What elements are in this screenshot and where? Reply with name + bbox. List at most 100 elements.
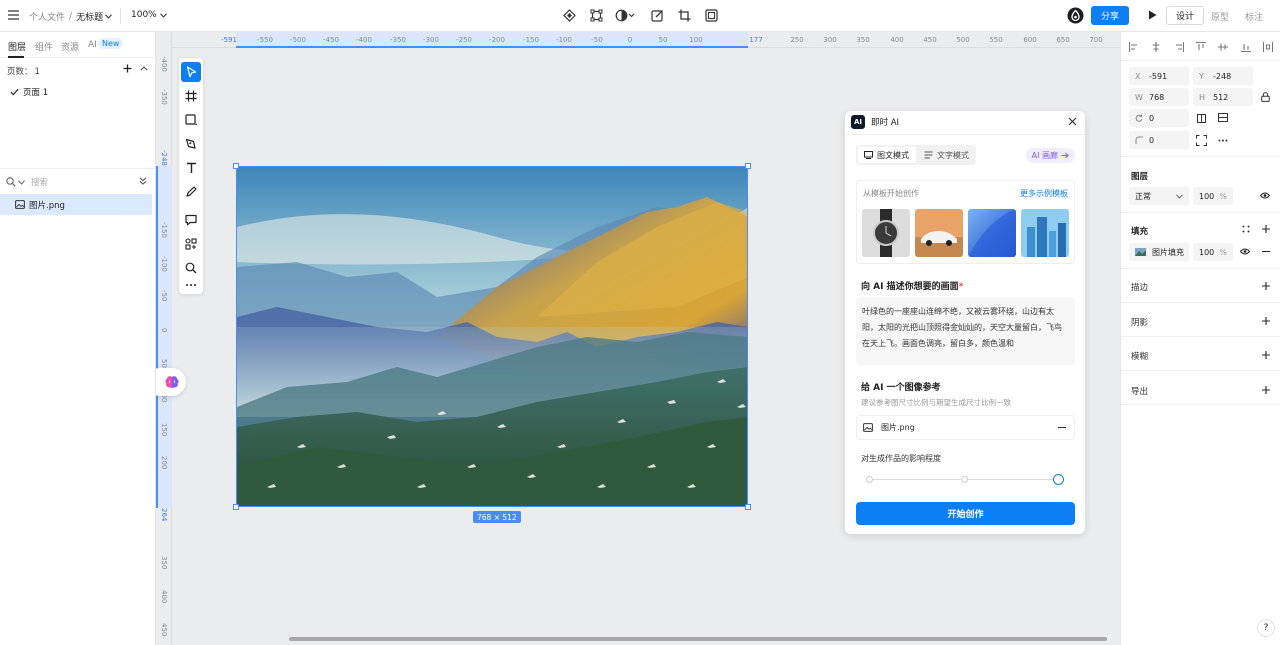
frame-transform-icon[interactable] xyxy=(590,9,603,22)
layer-opacity-field[interactable]: 100 % xyxy=(1193,187,1233,205)
add-shadow-icon[interactable] xyxy=(1262,317,1270,325)
prompt-textarea[interactable]: 叶绿色的一座座山连绵不绝，又被云雾环绕，山边有太阳，太阳的光把山顶照得金灿灿的，… xyxy=(856,297,1075,365)
page-list-item[interactable]: 页面 1 xyxy=(10,86,48,98)
frame-tool-icon[interactable] xyxy=(181,86,201,106)
ai-gallery-button[interactable]: AI 画廊 xyxy=(1025,148,1075,163)
remove-fill-icon[interactable] xyxy=(1262,251,1270,253)
add-export-icon[interactable] xyxy=(1262,386,1270,394)
top-bar: 个人文件 / 无标题 100% 分享 设计 原型 标注 xyxy=(0,0,1280,32)
align-top-icon[interactable] xyxy=(1195,42,1206,52)
layer-row[interactable]: 图片.png xyxy=(0,194,152,215)
remove-reference-icon[interactable] xyxy=(1058,427,1066,429)
mode-image-text[interactable]: 图文模式 xyxy=(858,147,916,163)
add-stroke-icon[interactable] xyxy=(1262,282,1270,290)
align-left-icon[interactable] xyxy=(1129,42,1139,52)
resize-handle[interactable] xyxy=(233,504,239,510)
tab-annotation[interactable]: 标注 xyxy=(1238,10,1270,23)
distribute-icon[interactable] xyxy=(1262,42,1273,52)
tab-layers[interactable]: 图层 xyxy=(8,40,26,53)
template-car[interactable] xyxy=(915,209,963,257)
fill-styles-icon[interactable] xyxy=(1242,225,1250,233)
plugins-tool-icon[interactable] xyxy=(181,234,201,254)
align-center-h-icon[interactable] xyxy=(1151,42,1161,52)
lock-ratio-icon[interactable] xyxy=(1261,92,1270,102)
select-tool-icon[interactable] xyxy=(181,62,201,82)
flip-horizontal-icon[interactable] xyxy=(1197,114,1206,123)
chevron-down-icon xyxy=(18,179,25,185)
template-blue-abstract[interactable] xyxy=(968,209,1016,257)
align-bottom-icon[interactable] xyxy=(1240,42,1251,52)
horizontal-scrollbar[interactable] xyxy=(289,637,1107,641)
y-field[interactable]: Y -248 xyxy=(1193,67,1253,85)
comment-tool-icon[interactable] xyxy=(181,210,201,230)
add-blur-icon[interactable] xyxy=(1262,351,1270,359)
independent-corners-icon[interactable] xyxy=(1196,135,1207,146)
eye-icon[interactable] xyxy=(1240,248,1250,255)
add-fill-icon[interactable] xyxy=(1262,225,1270,233)
text-tool-icon[interactable] xyxy=(181,158,201,178)
main-menu-icon[interactable] xyxy=(8,10,19,20)
zoom-select[interactable]: 100% xyxy=(131,10,167,20)
pen-tool-icon[interactable] xyxy=(181,134,201,154)
add-page-icon[interactable] xyxy=(123,64,132,73)
eye-icon[interactable] xyxy=(1260,192,1270,199)
mode-text[interactable]: 文字模式 xyxy=(920,147,974,163)
h-field[interactable]: H 512 xyxy=(1193,88,1253,106)
pencil-tool-icon[interactable] xyxy=(181,182,201,202)
zoom-tool-icon[interactable] xyxy=(181,258,201,278)
chevron-down-icon xyxy=(159,12,167,18)
reference-hint: 建议参考图尺寸比例与期望生成尺寸比例一致 xyxy=(861,398,1011,407)
user-avatar[interactable] xyxy=(1067,7,1084,24)
template-city[interactable] xyxy=(1021,209,1069,257)
influence-slider[interactable] xyxy=(866,472,1064,488)
w-field[interactable]: W 768 xyxy=(1129,88,1189,106)
blend-mode-select[interactable]: 正常 xyxy=(1129,187,1189,205)
play-icon[interactable] xyxy=(1148,10,1157,20)
component-icon[interactable] xyxy=(563,9,576,22)
tab-components[interactable]: 组件 xyxy=(35,40,53,53)
ai-assistant-button[interactable] xyxy=(156,368,186,396)
share-button[interactable]: 分享 xyxy=(1091,6,1129,25)
crop-icon[interactable] xyxy=(678,9,691,22)
collapse-all-icon[interactable] xyxy=(139,177,147,185)
left-panel: 图层 组件 资源 AI New 页数： 1 页面 1 搜索 图片.png xyxy=(0,32,156,645)
start-button[interactable]: 开始创作 xyxy=(856,502,1075,525)
canvas[interactable]: -591 -550 -500 -450 -400 -350 -300 -250 … xyxy=(156,32,1120,645)
resize-handle[interactable] xyxy=(745,163,751,169)
flip-vertical-icon[interactable] xyxy=(1218,113,1228,122)
more-templates-link[interactable]: 更多示例模板 xyxy=(1020,188,1068,199)
x-field[interactable]: X -591 xyxy=(1129,67,1189,85)
tab-prototype[interactable]: 原型 xyxy=(1204,10,1236,23)
tab-ai[interactable]: AI xyxy=(88,40,97,50)
mask-icon[interactable] xyxy=(615,9,635,22)
layer-search[interactable]: 搜索 xyxy=(6,176,48,188)
help-button[interactable]: ? xyxy=(1257,619,1275,637)
align-right-icon[interactable] xyxy=(1174,42,1184,52)
more-tools-icon[interactable] xyxy=(181,278,201,292)
collapse-pages-icon[interactable] xyxy=(140,66,148,71)
rotation-field[interactable]: 0 xyxy=(1129,109,1189,127)
close-icon[interactable] xyxy=(1068,117,1077,126)
reference-file[interactable]: 图片.png xyxy=(856,415,1075,440)
rectangle-tool-icon[interactable] xyxy=(181,110,201,130)
search-input[interactable]: 搜索 xyxy=(31,176,48,188)
more-options-icon[interactable] xyxy=(1218,139,1228,142)
layout-icon[interactable] xyxy=(705,9,718,22)
edit-icon[interactable] xyxy=(651,9,664,22)
resize-handle[interactable] xyxy=(233,163,239,169)
tab-assets[interactable]: 资源 xyxy=(61,40,79,53)
document-title[interactable]: 无标题 xyxy=(76,10,103,23)
canvas-image[interactable] xyxy=(236,166,748,507)
slider-thumb[interactable] xyxy=(1053,474,1064,485)
slider-step[interactable] xyxy=(866,476,873,483)
slider-step[interactable] xyxy=(961,476,968,483)
chevron-down-icon[interactable] xyxy=(105,14,112,19)
tab-design[interactable]: 设计 xyxy=(1166,6,1204,25)
breadcrumb-parent[interactable]: 个人文件 xyxy=(29,10,65,23)
resize-handle[interactable] xyxy=(745,504,751,510)
template-watch[interactable] xyxy=(862,209,910,257)
align-center-v-icon[interactable] xyxy=(1218,42,1229,52)
fill-opacity-field[interactable]: 100 % xyxy=(1193,243,1233,261)
fill-type-field[interactable]: 图片填充 xyxy=(1129,243,1189,261)
radius-field[interactable]: 0 xyxy=(1129,131,1189,149)
